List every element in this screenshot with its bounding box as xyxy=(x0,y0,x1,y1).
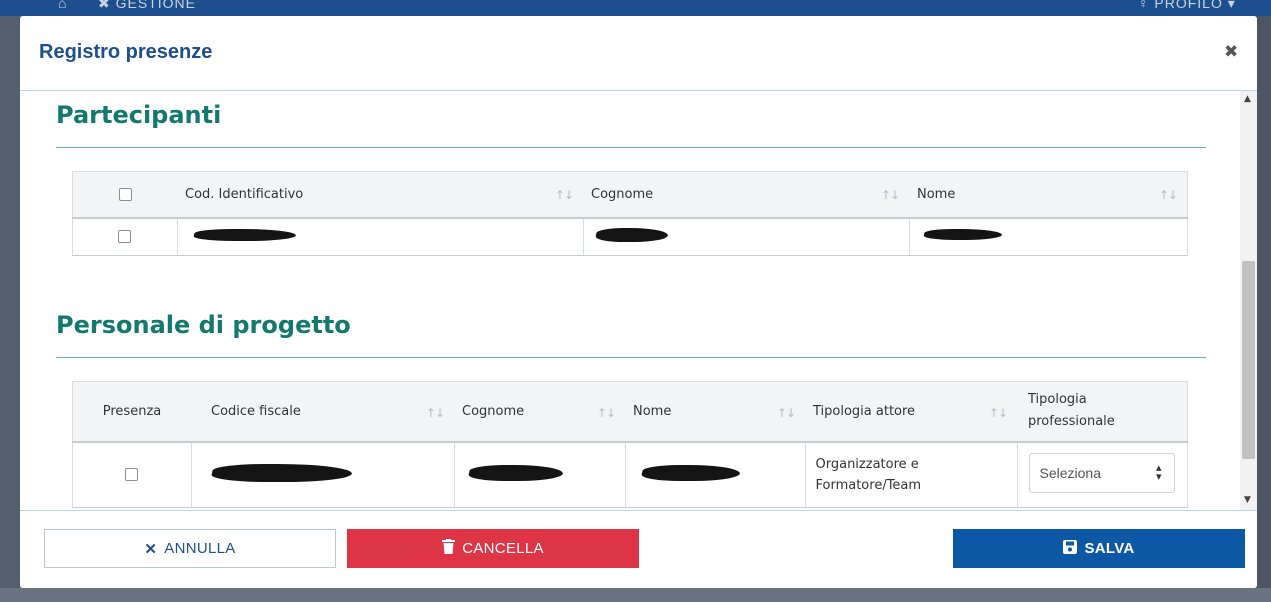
column-header-nome[interactable]: Nome ↑↓ xyxy=(625,381,805,443)
redacted-text xyxy=(922,229,1003,241)
modal-title: Registro presenze xyxy=(39,41,213,63)
personale-table: Presenza Codice fiscale ↑↓ Cognome ↑↓ No… xyxy=(72,381,1188,508)
codice-fiscale-cell xyxy=(190,441,454,508)
redacted-text xyxy=(594,227,669,242)
nome-cell xyxy=(624,441,805,508)
partecipanti-title: Partecipanti xyxy=(56,101,222,129)
sort-icon[interactable]: ↑↓ xyxy=(426,406,445,420)
column-label: Cognome xyxy=(591,186,654,202)
column-header-cod-identificativo[interactable]: Cod. Identificativo ↑↓ xyxy=(177,171,583,219)
select-arrows-icon: ▴ ▾ xyxy=(1155,461,1162,483)
registro-presenze-modal: Registro presenze ✖ Partecipanti Cod. Id… xyxy=(20,16,1257,588)
nome-cell xyxy=(908,217,1188,256)
cod-identificativo-cell xyxy=(176,217,583,256)
sort-icon[interactable]: ↑↓ xyxy=(777,406,796,420)
presenza-checkbox[interactable] xyxy=(125,468,139,482)
modal-body[interactable]: Partecipanti Cod. Identificativo ↑↓ Cogn… xyxy=(20,91,1257,510)
scrollbar-thumb[interactable] xyxy=(1242,261,1255,459)
partecipanti-table: Cod. Identificativo ↑↓ Cognome ↑↓ Nome ↑… xyxy=(72,171,1188,256)
save-icon xyxy=(1063,539,1078,558)
close-icon[interactable]: ✖ xyxy=(1224,42,1238,62)
redacted-text xyxy=(639,464,742,481)
scroll-up-icon[interactable]: ▲ xyxy=(1244,94,1251,104)
column-label: Cognome xyxy=(462,403,525,419)
column-label: Nome xyxy=(633,403,672,419)
modal-footer: ✕ ANNULLA CANCELLA SALVA xyxy=(20,510,1257,588)
column-header-cognome[interactable]: Cognome ↑↓ xyxy=(454,381,625,443)
column-header-presenza: Presenza xyxy=(72,381,191,443)
tipologia-attore-text: Formatore/Team xyxy=(815,477,922,493)
table-row[interactable]: Organizzatore e Formatore/Team Seleziona… xyxy=(72,441,1188,508)
annulla-button[interactable]: ✕ ANNULLA xyxy=(44,529,336,568)
tipologia-professionale-cell: Seleziona ▴ ▾ xyxy=(1016,441,1188,508)
column-header-nome[interactable]: Nome ↑↓ xyxy=(909,171,1188,219)
select-all-header xyxy=(72,171,177,219)
row-checkbox[interactable] xyxy=(118,230,132,244)
cancella-label: CANCELLA xyxy=(462,540,544,557)
scroll-down-icon[interactable]: ▼ xyxy=(1244,495,1251,505)
column-header-codice-fiscale[interactable]: Codice fiscale ↑↓ xyxy=(191,381,454,443)
sort-icon[interactable]: ↑↓ xyxy=(597,406,616,420)
presenza-cell xyxy=(72,441,191,508)
trash-icon xyxy=(442,539,456,558)
cognome-cell xyxy=(582,217,909,256)
sort-icon[interactable]: ↑↓ xyxy=(555,188,574,202)
gestione-menu: ✖ GESTIONE xyxy=(98,0,196,11)
backdrop xyxy=(1256,16,1271,602)
column-label: Cod. Identificativo xyxy=(185,186,304,202)
column-header-tipologia-attore[interactable]: Tipologia attore ↑↓ xyxy=(805,381,1017,443)
row-select-cell xyxy=(72,217,177,256)
tipologia-attore-text: Organizzatore e xyxy=(815,456,919,472)
annulla-label: ANNULLA xyxy=(164,540,236,557)
column-label: Nome xyxy=(917,186,956,202)
salva-button[interactable]: SALVA xyxy=(953,529,1245,568)
sort-icon[interactable]: ↑↓ xyxy=(989,406,1008,420)
select-value: Seleziona xyxy=(1039,464,1102,481)
app-header-background: ⌂ ✖ GESTIONE ♀ PROFILO ▾ xyxy=(0,0,1271,16)
backdrop xyxy=(0,588,1271,602)
column-header-cognome[interactable]: Cognome ↑↓ xyxy=(583,171,909,219)
tipologia-professionale-select[interactable]: Seleziona ▴ ▾ xyxy=(1028,452,1175,493)
salva-label: SALVA xyxy=(1084,540,1135,557)
sort-icon[interactable]: ↑↓ xyxy=(1159,188,1178,202)
table-row[interactable] xyxy=(72,217,1188,256)
column-label: Codice fiscale xyxy=(211,403,301,419)
select-all-checkbox[interactable] xyxy=(118,187,132,201)
table-header-row: Cod. Identificativo ↑↓ Cognome ↑↓ Nome ↑… xyxy=(72,171,1188,219)
redacted-text xyxy=(209,463,354,482)
home-icon: ⌂ xyxy=(58,0,67,11)
cancella-button[interactable]: CANCELLA xyxy=(347,529,639,568)
column-label: Presenza xyxy=(102,403,162,419)
redacted-text xyxy=(192,228,297,241)
section-divider xyxy=(56,357,1206,358)
backdrop xyxy=(0,16,20,602)
vertical-scrollbar[interactable]: ▲ ▼ xyxy=(1240,91,1257,510)
close-icon: ✕ xyxy=(144,540,158,558)
sort-icon[interactable]: ↑↓ xyxy=(881,188,900,202)
redacted-text xyxy=(466,464,565,481)
column-label: Tipologia professionale xyxy=(1028,392,1115,430)
column-header-tipologia-professionale: Tipologia professionale xyxy=(1017,381,1188,443)
column-label: Tipologia attore xyxy=(813,403,916,419)
tipologia-attore-cell: Organizzatore e Formatore/Team xyxy=(804,441,1017,508)
personale-title: Personale di progetto xyxy=(56,311,351,339)
table-header-row: Presenza Codice fiscale ↑↓ Cognome ↑↓ No… xyxy=(72,381,1188,443)
profilo-menu: ♀ PROFILO ▾ xyxy=(1138,0,1236,11)
section-divider xyxy=(56,147,1206,148)
cognome-cell xyxy=(453,441,625,508)
modal-header: Registro presenze ✖ xyxy=(20,16,1257,91)
